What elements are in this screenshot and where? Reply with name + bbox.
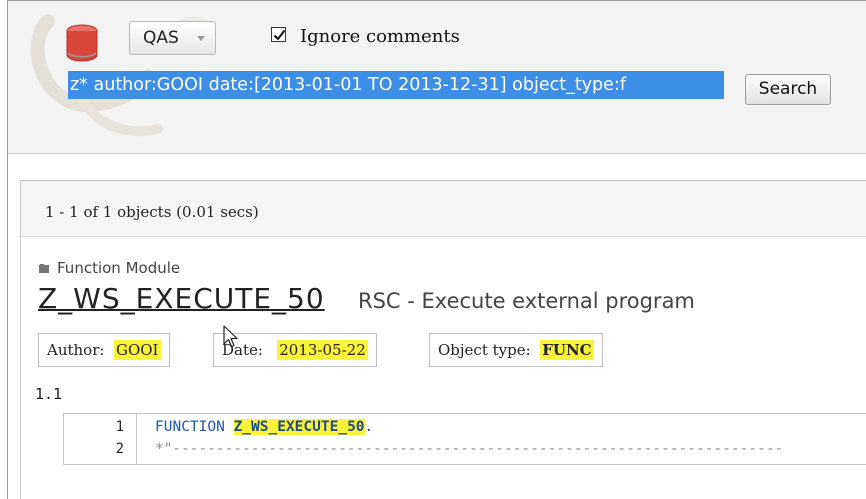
author-tag-label: Author: xyxy=(47,341,105,359)
object-description: RSC - Execute external program xyxy=(358,289,695,313)
checkbox-check-icon xyxy=(273,29,286,41)
ignore-comments-label: Ignore comments xyxy=(300,26,460,47)
results-summary-bar: 1 - 1 of 1 objects (0.01 secs) xyxy=(21,181,866,237)
search-input[interactable] xyxy=(68,71,724,99)
author-tag-value: GOOI xyxy=(113,340,161,360)
object-type-tag-value: FUNC xyxy=(540,340,594,360)
code-rest: . xyxy=(364,419,374,435)
object-name-link[interactable]: Z_WS_EXECUTE_50 xyxy=(38,282,325,315)
object-type-line: Function Module xyxy=(39,259,180,277)
database-icon xyxy=(66,24,98,62)
ignore-comments-checkbox[interactable] xyxy=(271,27,286,42)
results-panel: 1 - 1 of 1 objects (0.01 secs) Function … xyxy=(20,180,866,499)
system-dropdown[interactable]: QAS xyxy=(129,21,216,55)
search-button[interactable]: Search xyxy=(745,74,831,105)
code-keyword: FUNCTION xyxy=(155,419,225,435)
code-highlight: Z_WS_EXECUTE_50 xyxy=(233,419,365,435)
code-line: FUNCTION Z_WS_EXECUTE_50. xyxy=(155,419,373,435)
system-dropdown-value: QAS xyxy=(143,28,179,48)
author-tag: Author: GOOI xyxy=(38,333,170,367)
results-count: 1 - 1 of 1 objects (0.01 secs) xyxy=(45,203,259,221)
line-number: 2 xyxy=(115,441,124,457)
function-module-icon xyxy=(39,264,49,273)
section-number: 1.1 xyxy=(35,385,63,403)
search-header: QAS Ignore comments Search xyxy=(8,1,866,154)
code-snippet: 1 2 FUNCTION Z_WS_EXECUTE_50. *"--------… xyxy=(63,413,866,465)
chevron-down-icon xyxy=(197,36,205,41)
line-number-gutter: 1 2 xyxy=(64,414,137,464)
date-tag-value: 2013-05-22 xyxy=(277,340,368,360)
object-type-tag: Object type: FUNC xyxy=(429,333,603,367)
code-comment-line: *"--------------------------------------… xyxy=(155,441,784,457)
line-number: 1 xyxy=(115,419,124,435)
object-type-tag-label: Object type: xyxy=(438,341,531,359)
object-type-label: Function Module xyxy=(57,259,181,277)
mouse-pointer-icon xyxy=(223,325,238,348)
